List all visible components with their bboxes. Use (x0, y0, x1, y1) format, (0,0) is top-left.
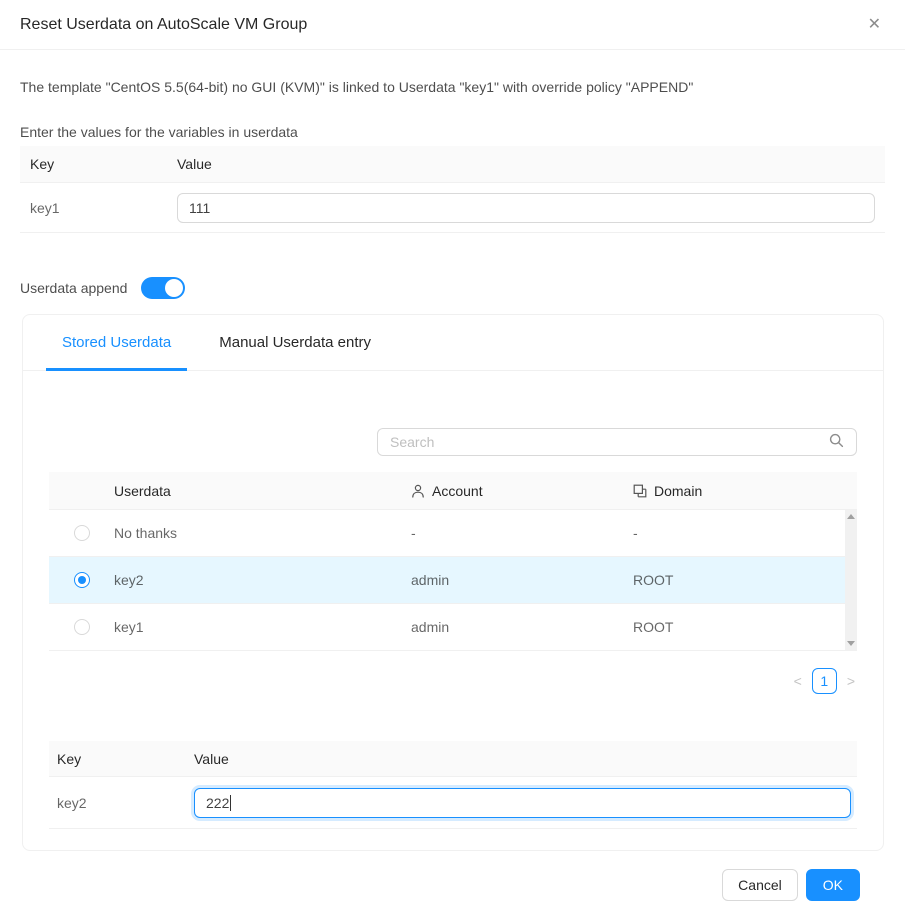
tab-manual-userdata-entry[interactable]: Manual Userdata entry (203, 315, 387, 370)
cell-domain: - (633, 525, 857, 541)
block-icon (633, 484, 647, 498)
template-link-description: The template "CentOS 5.5(64-bit) no GUI … (20, 79, 885, 95)
stored-userdata-table-body: No thanks - - key2 admin ROOT key1 admin (49, 510, 857, 651)
column-header-value: Value (194, 751, 857, 767)
card-content: Userdata Account (23, 428, 883, 850)
close-icon[interactable]: ✕ (864, 13, 885, 37)
table-row: key1 (20, 183, 885, 233)
variable-key-label: key1 (20, 200, 177, 216)
cell-userdata: key2 (114, 572, 411, 588)
userdata-append-row: Userdata append (20, 277, 885, 299)
tab-bar: Stored Userdata Manual Userdata entry (23, 315, 883, 371)
page-number-button[interactable]: 1 (812, 668, 837, 694)
cell-userdata: key1 (114, 619, 411, 635)
radio-button-checked[interactable] (74, 572, 90, 588)
input-value-text: 222 (206, 795, 229, 811)
search-box (377, 428, 857, 456)
cancel-button[interactable]: Cancel (722, 869, 798, 901)
column-header-key: Key (49, 751, 194, 767)
domain-header-label: Domain (654, 483, 702, 499)
vertical-scrollbar[interactable] (845, 510, 857, 650)
userdata-append-toggle[interactable] (141, 277, 185, 299)
scroll-up-icon[interactable] (847, 514, 855, 519)
variables-section-label: Enter the values for the variables in us… (20, 124, 885, 140)
text-caret (230, 795, 231, 811)
user-icon (411, 484, 425, 498)
tab-stored-userdata[interactable]: Stored Userdata (46, 315, 187, 370)
pagination: < 1 > (49, 667, 857, 695)
column-header-account: Account (411, 483, 633, 499)
page-title: Reset Userdata on AutoScale VM Group (20, 16, 307, 34)
stored-userdata-table: Userdata Account (49, 472, 857, 651)
modal-body: The template "CentOS 5.5(64-bit) no GUI … (0, 79, 905, 901)
scroll-down-icon[interactable] (847, 641, 855, 646)
search-icon[interactable] (829, 433, 844, 451)
cell-account: - (411, 525, 633, 541)
cell-domain: ROOT (633, 572, 857, 588)
variables-table-header: Key Value (20, 146, 885, 183)
radio-button[interactable] (74, 619, 90, 635)
variable-key-label: key2 (49, 795, 194, 811)
table-row: key2 222 (49, 777, 857, 829)
selected-userdata-variables-table: Key Value key2 222 (49, 741, 857, 829)
radio-button[interactable] (74, 525, 90, 541)
cell-account: admin (411, 619, 633, 635)
cell-domain: ROOT (633, 619, 857, 635)
table-row[interactable]: No thanks - - (49, 510, 857, 557)
variables-table: Key Value key1 (20, 146, 885, 233)
ok-button[interactable]: OK (806, 869, 860, 901)
modal-footer: Cancel OK (20, 851, 885, 901)
table-row[interactable]: key2 admin ROOT (49, 557, 857, 604)
modal-header: Reset Userdata on AutoScale VM Group ✕ (0, 0, 905, 50)
column-header-userdata: Userdata (114, 483, 411, 499)
column-header-domain: Domain (633, 483, 857, 499)
chevron-left-icon[interactable]: < (792, 673, 804, 689)
chevron-right-icon[interactable]: > (845, 673, 857, 689)
toggle-knob (165, 279, 183, 297)
account-header-label: Account (432, 483, 483, 499)
userdata-card: Stored Userdata Manual Userdata entry (22, 314, 884, 851)
table-row[interactable]: key1 admin ROOT (49, 604, 857, 651)
variable-value-input-focused[interactable]: 222 (194, 788, 851, 818)
kv-table-header: Key Value (49, 741, 857, 777)
cell-userdata: No thanks (114, 525, 411, 541)
variable-value-input[interactable] (177, 193, 875, 223)
userdata-append-label: Userdata append (20, 280, 127, 296)
stored-userdata-table-header: Userdata Account (49, 472, 857, 510)
cell-account: admin (411, 572, 633, 588)
column-header-key: Key (20, 156, 177, 172)
column-header-value: Value (177, 156, 885, 172)
search-input[interactable] (390, 434, 821, 450)
